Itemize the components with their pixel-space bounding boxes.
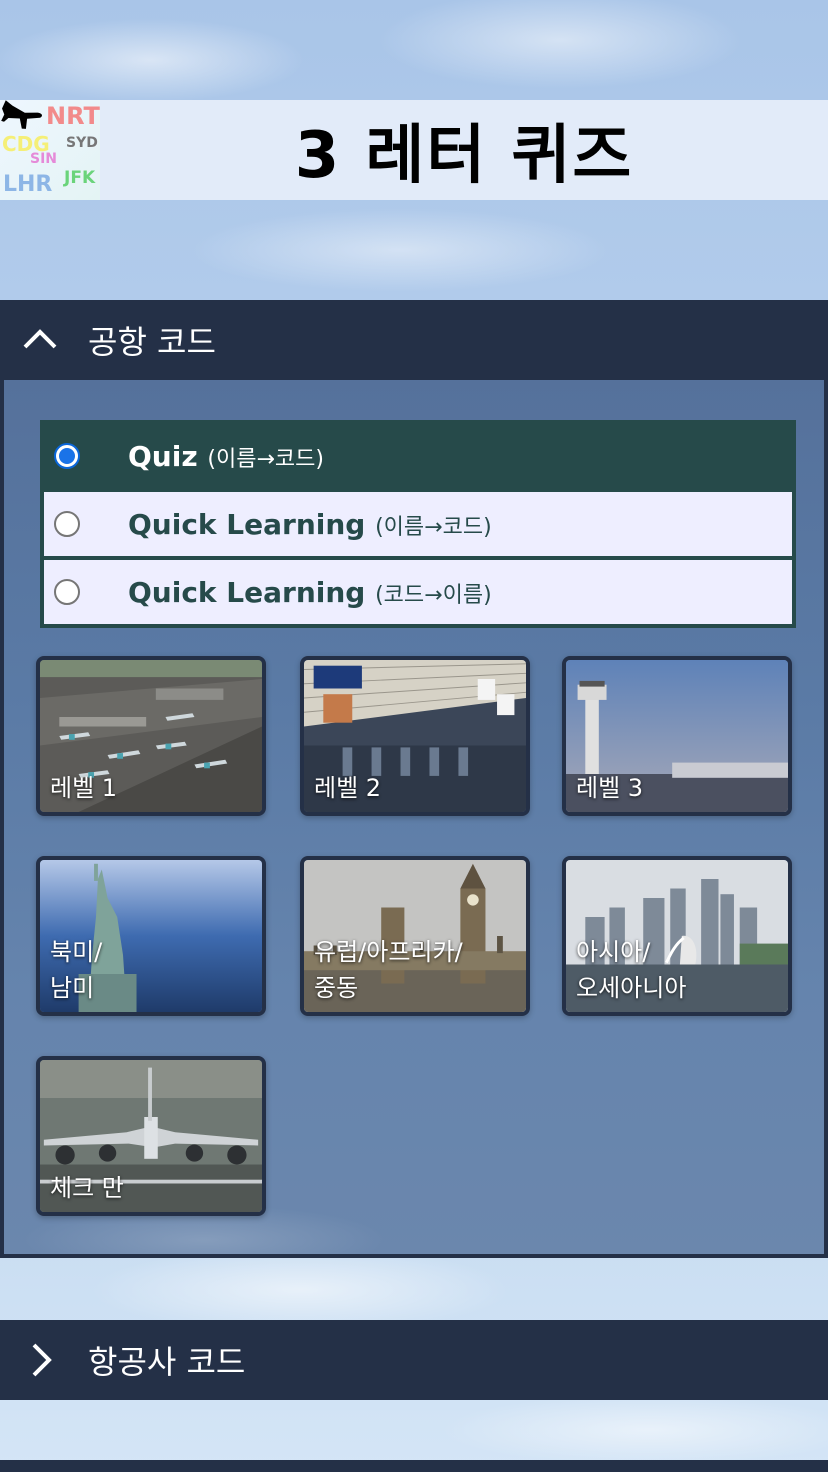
mode-option-quick-learning-name-to-code[interactable]: Quick Learning (이름→코드) xyxy=(44,492,792,556)
tile-europe-label: 유럽/아프리카/ 중동 xyxy=(314,938,463,1002)
tile-americas-label: 북미/ 남미 xyxy=(50,938,103,1002)
tile-check-only[interactable]: 체크 만 xyxy=(36,1056,266,1216)
tile-asia-oceania[interactable]: 아시아/ 오세아니아 xyxy=(562,856,792,1016)
app-header: NRT CDG SYD SIN LHR JFK 3 레터 퀴즈 xyxy=(0,100,828,200)
airline-code-section-toggle[interactable]: 항공사 코드 xyxy=(0,1320,828,1400)
app-title: 3 레터 퀴즈 xyxy=(294,119,634,193)
mode-option-quiz-label: Quiz (이름→코드) xyxy=(128,440,324,473)
radio-quick-learning-code-to-name[interactable] xyxy=(54,579,80,605)
airport-code-panel: Quiz (이름→코드) Quick Learning (이름→코드) Quic… xyxy=(0,380,828,1258)
mode-option-quick-learning-code-to-name[interactable]: Quick Learning (코드→이름) xyxy=(44,560,792,624)
logo-code-lhr: LHR xyxy=(3,172,53,197)
tile-check-only-label: 체크 만 xyxy=(50,1174,124,1202)
airport-code-section-toggle[interactable]: 공항 코드 xyxy=(0,300,828,380)
mode-sub: (이름→코드) xyxy=(207,446,324,472)
tile-level-3-label: 레벨 3 xyxy=(576,774,644,802)
chevron-right-icon xyxy=(32,1343,52,1377)
mode-options: Quiz (이름→코드) Quick Learning (이름→코드) Quic… xyxy=(40,420,796,628)
tile-level-3[interactable]: 레벨 3 xyxy=(562,656,792,816)
app-logo: NRT CDG SYD SIN LHR JFK xyxy=(0,100,100,200)
tile-asia-label: 아시아/ 오세아니아 xyxy=(576,938,687,1002)
chevron-up-icon xyxy=(23,329,57,349)
logo-code-sin: SIN xyxy=(30,151,58,167)
mode-option-ql1-label: Quick Learning (이름→코드) xyxy=(128,508,492,541)
mode-label: Quiz xyxy=(128,439,198,473)
next-section-bar-edge xyxy=(0,1460,828,1472)
airplane-icon xyxy=(1,100,42,129)
logo-code-jfk: JFK xyxy=(64,168,96,188)
radio-quick-learning-name-to-code[interactable] xyxy=(54,511,80,537)
mode-label: Quick Learning xyxy=(128,575,366,609)
mode-option-quiz[interactable]: Quiz (이름→코드) xyxy=(44,424,792,488)
mode-sub: (이름→코드) xyxy=(375,514,492,540)
radio-quiz[interactable] xyxy=(54,443,80,469)
tile-level-1[interactable]: 레벨 1 xyxy=(36,656,266,816)
mode-option-ql2-label: Quick Learning (코드→이름) xyxy=(128,576,492,609)
tile-level-1-label: 레벨 1 xyxy=(50,774,118,802)
logo-code-syd: SYD xyxy=(66,135,98,151)
airline-code-section-label: 항공사 코드 xyxy=(88,1343,246,1381)
tile-level-2-label: 레벨 2 xyxy=(314,774,382,802)
tile-europe-africa-middle-east[interactable]: 유럽/아프리카/ 중동 xyxy=(300,856,530,1016)
airport-code-section-label: 공항 코드 xyxy=(88,323,216,361)
mode-sub: (코드→이름) xyxy=(375,582,492,608)
tile-level-2[interactable]: 레벨 2 xyxy=(300,656,530,816)
logo-code-nrt: NRT xyxy=(46,102,100,130)
tile-americas[interactable]: 북미/ 남미 xyxy=(36,856,266,1016)
mode-label: Quick Learning xyxy=(128,507,366,541)
